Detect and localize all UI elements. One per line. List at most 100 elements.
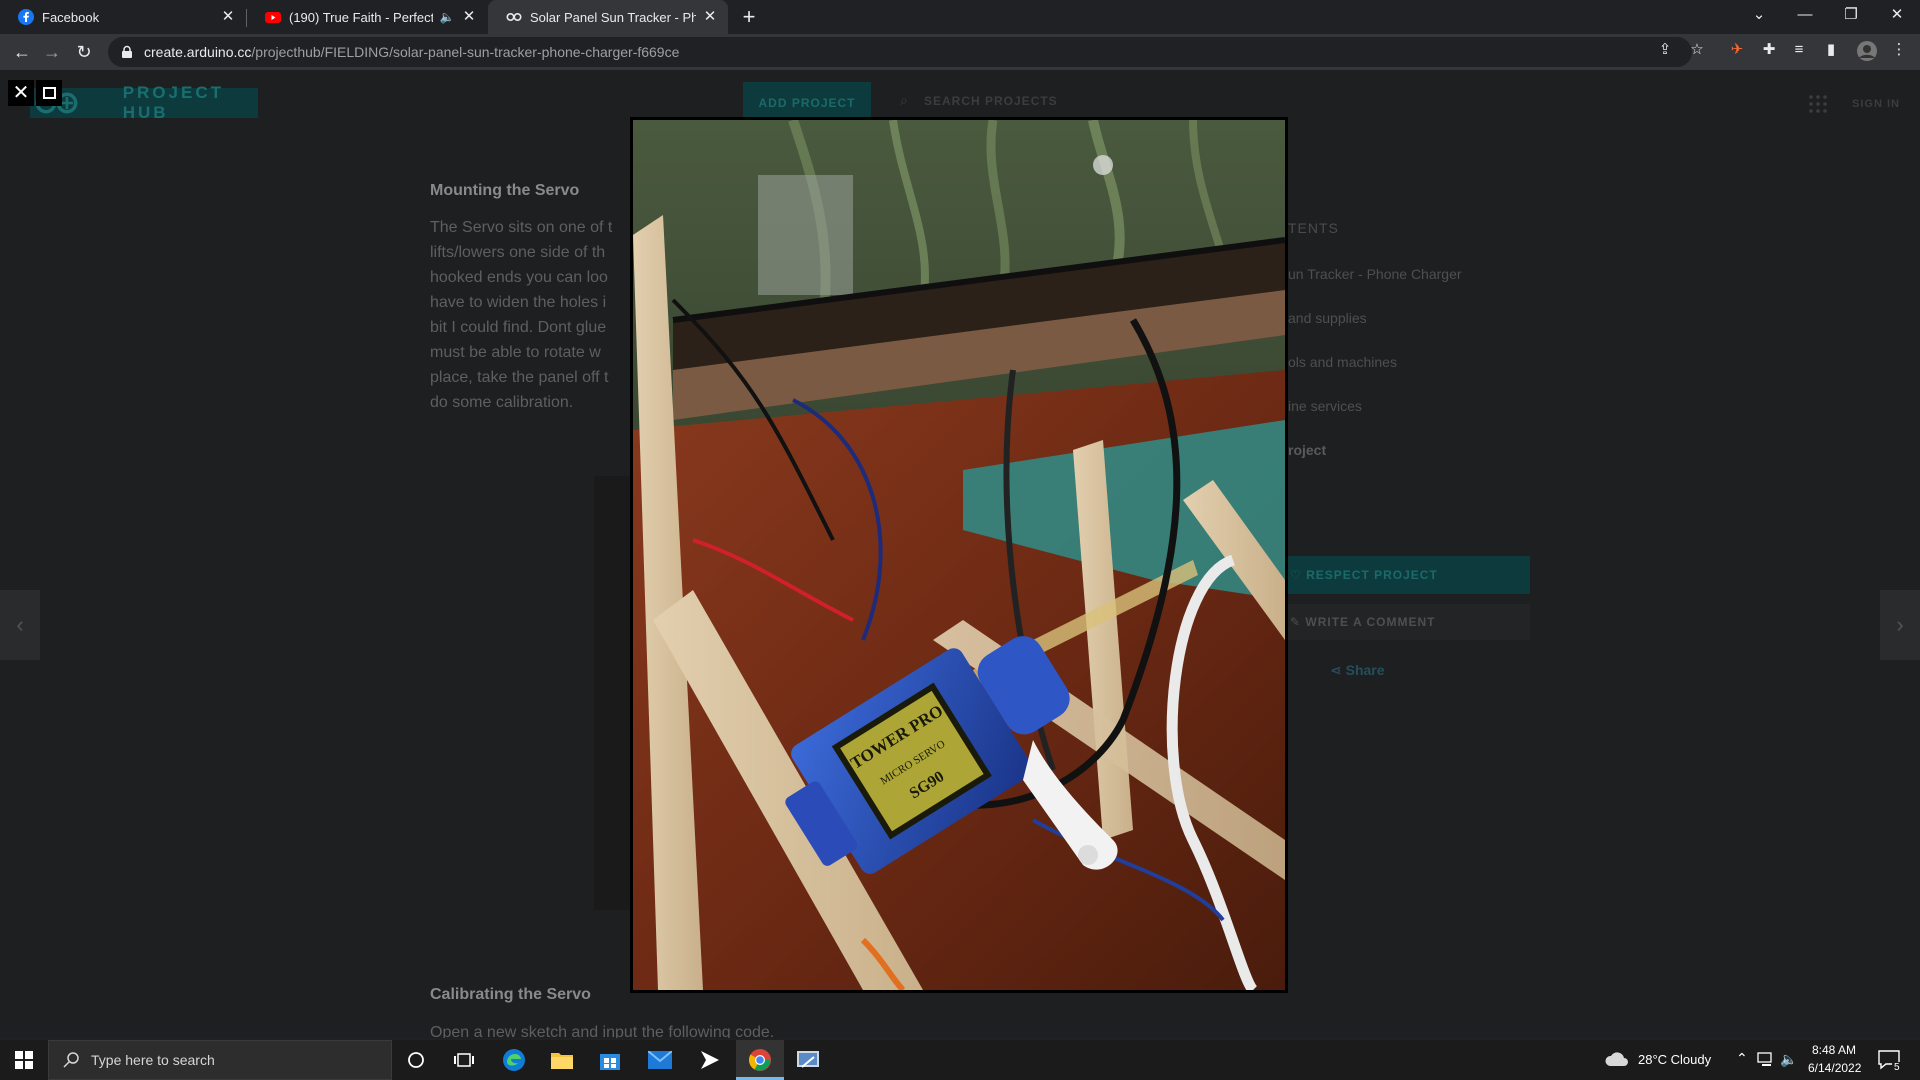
file-explorer-button[interactable] <box>538 1044 586 1076</box>
clock-time[interactable]: 8:48 AM <box>1812 1043 1856 1057</box>
forward-button[interactable]: → <box>40 40 64 64</box>
mail-button[interactable] <box>636 1044 684 1076</box>
browser-toolbar: ← → ↻ create.arduino.cc/projecthub/FIELD… <box>0 34 1920 70</box>
edge-icon <box>503 1049 525 1071</box>
chrome-menu-icon[interactable]: ⋮ <box>1890 41 1908 59</box>
tab-close-icon[interactable]: ✕ <box>220 9 236 25</box>
url-text: create.arduino.cc/projecthub/FIELDING/so… <box>144 44 679 60</box>
thumbs-up-icon: ♡ <box>1290 568 1307 582</box>
article-image[interactable] <box>594 476 634 910</box>
respect-label: RESPECT PROJECT <box>1306 568 1438 582</box>
lock-icon <box>122 45 132 58</box>
media-control-icon[interactable]: ≡ <box>1790 41 1808 59</box>
lightbox-close-button[interactable]: ✕ <box>8 80 34 106</box>
search-icon <box>63 1052 79 1068</box>
arrow-app-icon <box>701 1051 719 1069</box>
toc-item[interactable]: roject <box>1288 442 1326 458</box>
tab-strip: Facebook ✕ (190) True Faith - Perfect - … <box>0 0 1920 34</box>
taskbar-search-placeholder: Type here to search <box>91 1052 215 1068</box>
search-projects-input[interactable]: SEARCH PROJECTS <box>924 94 1058 108</box>
facebook-icon <box>18 9 34 25</box>
paragraph-line: do some calibration. <box>430 394 574 411</box>
tab-title: (190) True Faith - Perfect - Yo <box>289 9 433 25</box>
store-bag-icon <box>600 1054 620 1070</box>
edge-taskbar-button[interactable] <box>490 1044 538 1076</box>
next-image-button[interactable]: › <box>1880 590 1920 660</box>
toc-item[interactable]: un Tracker - Phone Charger <box>1288 266 1462 282</box>
toc-heading: TENTS <box>1288 220 1339 236</box>
back-button[interactable]: ← <box>10 40 34 64</box>
write-comment-button[interactable]: ✎ WRITE A COMMENT <box>1270 604 1530 640</box>
mail-icon <box>648 1051 672 1069</box>
url-path: /projecthub/FIELDING/solar-panel-sun-tra… <box>251 44 680 60</box>
tab-search-icon[interactable]: ⌄ <box>1736 0 1782 34</box>
paragraph-line: have to widen the holes i <box>430 294 607 311</box>
paragraph-line: must be able to rotate w <box>430 344 601 361</box>
task-view-icon <box>454 1053 474 1067</box>
share-icon: ⋖ <box>1330 662 1346 678</box>
clock-date[interactable]: 6/14/2022 <box>1808 1061 1861 1075</box>
bookmark-star-icon[interactable]: ☆ <box>1688 41 1706 59</box>
sign-in-link[interactable]: SIGN IN <box>1852 98 1900 110</box>
new-tab-button[interactable]: + <box>736 4 762 30</box>
article-text-line: Open a new sketch and input the followin… <box>430 1024 775 1038</box>
minimize-button[interactable]: — <box>1782 0 1828 34</box>
taskbar-search-box[interactable]: Type here to search <box>48 1040 392 1080</box>
store-button[interactable] <box>586 1044 634 1076</box>
task-view-button[interactable] <box>440 1044 488 1076</box>
tab-title: Solar Panel Sun Tracker - Phone C <box>530 9 696 25</box>
share-icon[interactable]: ⇪ <box>1656 41 1674 59</box>
windows-taskbar: Type here to search 28°C Cloudy ⌃ 🔈 8:48… <box>0 1040 1920 1080</box>
apps-grid-icon[interactable] <box>1808 94 1828 114</box>
toc-item[interactable]: ine services <box>1288 398 1362 414</box>
cortana-button[interactable] <box>392 1044 440 1076</box>
extension-icon[interactable]: ✈ <box>1728 41 1746 59</box>
tab-youtube[interactable]: (190) True Faith - Perfect - Yo 🔈 ✕ <box>247 0 487 34</box>
notification-count-badge: 5 <box>1892 1062 1902 1073</box>
volume-icon[interactable]: 🔈 <box>1780 1051 1797 1068</box>
tab-close-icon[interactable]: ✕ <box>702 9 718 25</box>
respect-project-button[interactable]: ♡ RESPECT PROJECT <box>1270 556 1530 594</box>
paragraph-line: The Servo sits on one of t <box>430 219 613 236</box>
tab-close-icon[interactable]: ✕ <box>461 9 477 25</box>
start-button[interactable] <box>0 1044 48 1076</box>
app-launcher-button[interactable] <box>686 1044 734 1076</box>
close-window-button[interactable]: ✕ <box>1874 0 1920 34</box>
project-hub-logo[interactable]: PROJECT HUB <box>30 83 258 122</box>
paragraph-line: lifts/lowers one side of th <box>430 244 606 261</box>
chrome-taskbar-button[interactable] <box>736 1044 784 1076</box>
snipping-tool-icon <box>797 1051 819 1068</box>
address-bar[interactable]: create.arduino.cc/projecthub/FIELDING/so… <box>108 37 1692 67</box>
extensions-puzzle-icon[interactable]: ✚ <box>1760 41 1778 59</box>
maximize-icon <box>43 87 56 99</box>
speaker-icon[interactable]: 🔈 <box>439 9 455 25</box>
network-icon[interactable] <box>1757 1052 1775 1068</box>
reload-button[interactable]: ↻ <box>72 40 96 64</box>
tab-facebook[interactable]: Facebook ✕ <box>0 0 246 34</box>
restore-button[interactable]: ❐ <box>1828 0 1874 34</box>
servo-photo: TOWER PRO MICRO SERVO SG90 <box>633 120 1285 990</box>
toc-item[interactable]: ols and machines <box>1288 354 1397 370</box>
profile-avatar-icon[interactable] <box>1856 40 1878 62</box>
section-heading-mounting: Mounting the Servo <box>430 182 580 199</box>
snipping-tool-button[interactable] <box>784 1044 832 1076</box>
toc-box <box>1270 210 1530 570</box>
section-heading-calibrating: Calibrating the Servo <box>430 986 591 1003</box>
share-link[interactable]: ⋖ Share <box>1330 662 1385 679</box>
tab-arduino[interactable]: Solar Panel Sun Tracker - Phone C ✕ <box>488 0 728 34</box>
toc-item[interactable]: and supplies <box>1288 310 1367 326</box>
search-icon: ⌕ <box>900 92 908 108</box>
prev-image-button[interactable]: ‹ <box>0 590 40 660</box>
lightbox-maximize-button[interactable] <box>36 80 62 106</box>
arduino-icon <box>506 13 522 22</box>
weather-text[interactable]: 28°C Cloudy <box>1638 1052 1711 1067</box>
cloudy-weather-icon <box>1605 1052 1628 1066</box>
windows-logo-icon <box>15 1051 33 1069</box>
folder-icon <box>551 1053 573 1069</box>
paragraph-line: hooked ends you can loo <box>430 269 608 286</box>
show-hidden-icons-icon[interactable]: ⌃ <box>1736 1050 1748 1067</box>
side-panel-icon[interactable]: ▮ <box>1822 41 1840 59</box>
cortana-circle-icon <box>408 1052 424 1068</box>
lightbox-image[interactable]: TOWER PRO MICRO SERVO SG90 <box>630 117 1288 993</box>
pencil-icon: ✎ <box>1290 615 1306 629</box>
